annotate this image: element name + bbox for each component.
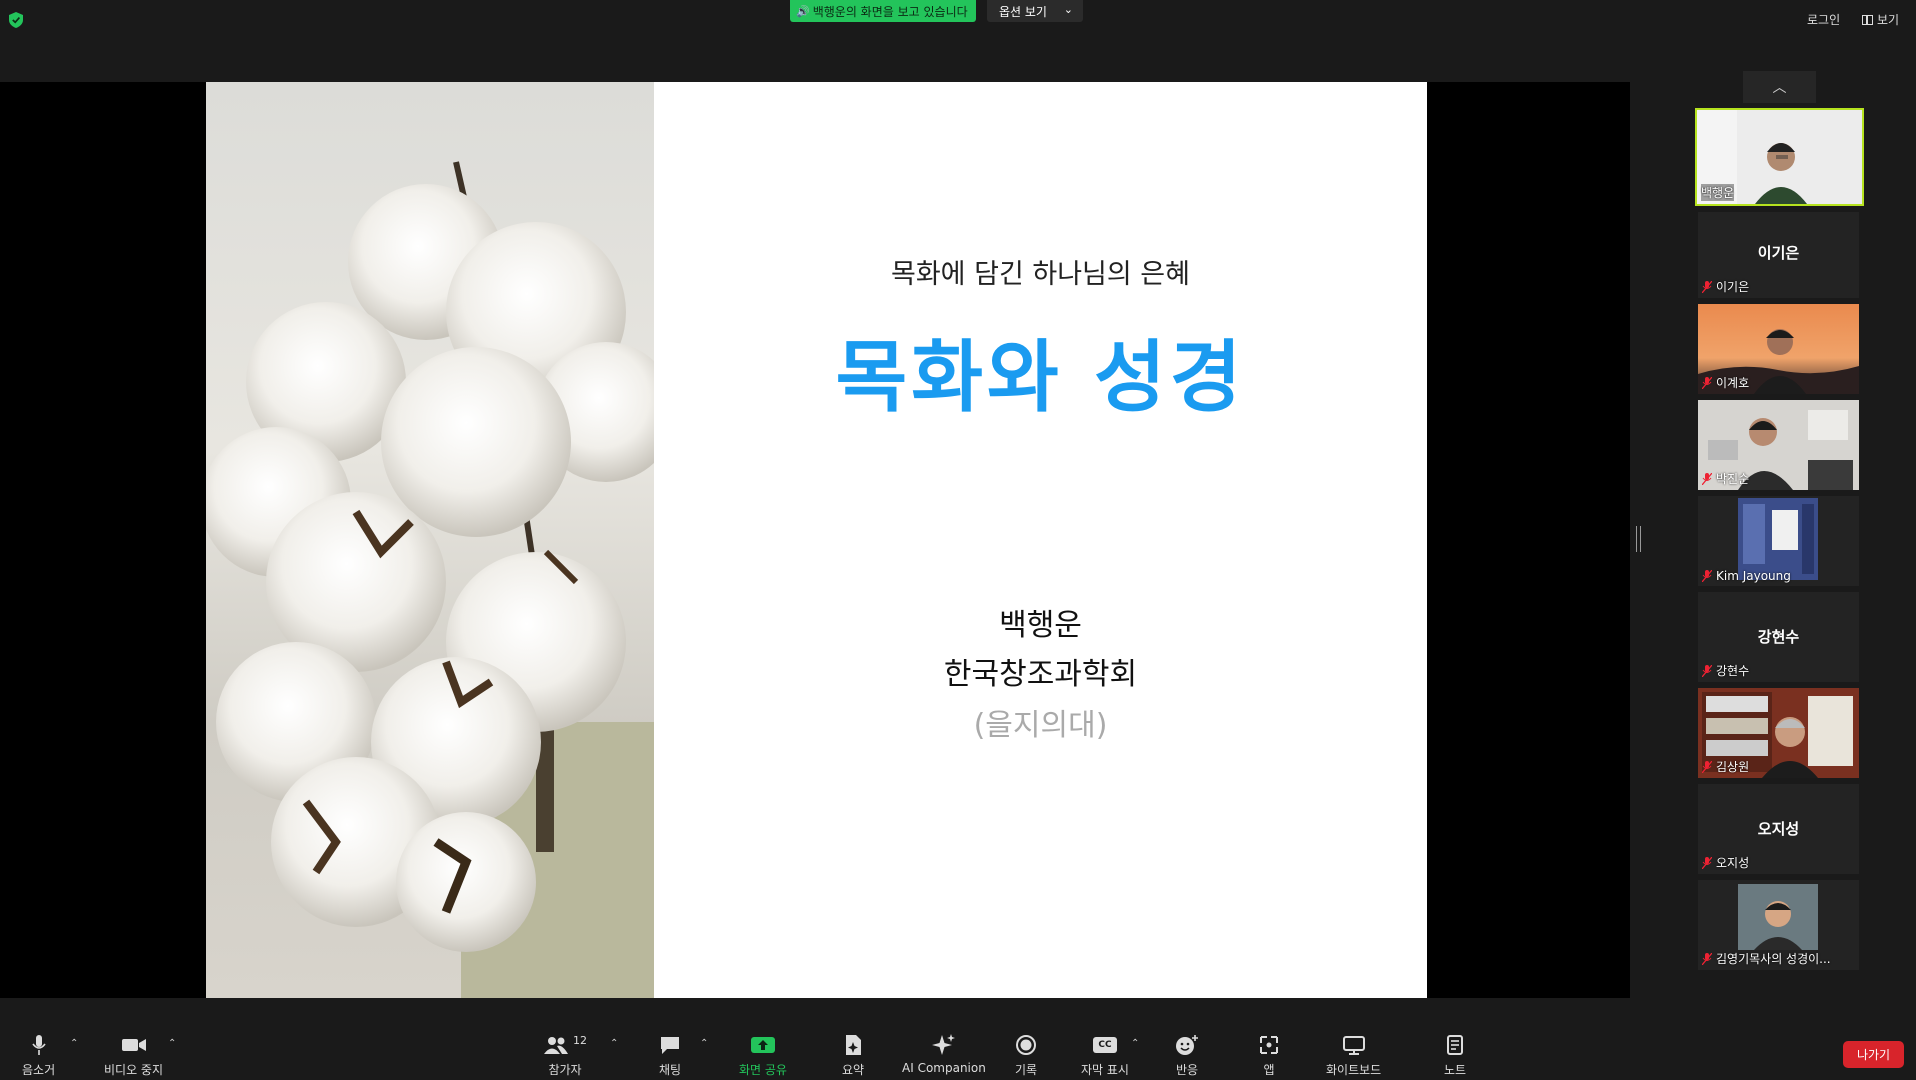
- login-button[interactable]: 로그인: [1807, 11, 1840, 28]
- participant-label: 김상원: [1702, 758, 1749, 775]
- apps-button[interactable]: 앱: [1258, 1032, 1280, 1078]
- participant-tile[interactable]: 김영기목사의 성경이...: [1698, 880, 1859, 970]
- participant-label: 이기은: [1702, 278, 1749, 295]
- screen-share-banner: 🔊 백행운의 화면을 보고 있습니다: [790, 0, 976, 22]
- participants-options-caret[interactable]: ⌃: [610, 1038, 618, 1049]
- participant-name: 오지성: [1757, 820, 1800, 838]
- participant-label: 백행운: [1701, 184, 1735, 201]
- slide-title: 목화와 성경: [835, 333, 1246, 423]
- participant-count: 12: [573, 1033, 587, 1047]
- participant-label: 김영기목사의 성경이...: [1702, 950, 1831, 967]
- participant-tile[interactable]: Kim Jayoung: [1698, 496, 1859, 586]
- stop-video-button[interactable]: 비디오 중지: [104, 1032, 163, 1078]
- view-options-label: 옵션 보기: [999, 4, 1047, 19]
- summary-button[interactable]: 요약: [842, 1032, 864, 1078]
- participant-tile[interactable]: 김상원: [1698, 688, 1859, 778]
- participant-tile[interactable]: 박진순: [1698, 400, 1859, 490]
- participant-tile[interactable]: 오지성 오지성: [1698, 784, 1859, 874]
- view-button[interactable]: 보기: [1862, 11, 1899, 28]
- chat-button[interactable]: 채팅: [659, 1032, 681, 1078]
- captions-options-caret[interactable]: ⌃: [1131, 1038, 1139, 1049]
- share-screen-icon: [750, 1032, 776, 1058]
- video-options-caret[interactable]: ⌃: [168, 1038, 176, 1049]
- mute-button[interactable]: 음소거: [22, 1032, 55, 1078]
- participant-tile[interactable]: 이기은 이기은: [1698, 212, 1859, 298]
- slide-subtitle: 목화에 담긴 하나님의 은혜: [891, 259, 1190, 290]
- panel-resize-handle[interactable]: [1636, 526, 1641, 552]
- participants-icon: 12: [543, 1032, 587, 1058]
- participant-label: Kim Jayoung: [1702, 569, 1791, 583]
- smiley-icon: [1175, 1032, 1199, 1058]
- participant-label: 이계호: [1702, 374, 1749, 391]
- whiteboard-icon: [1342, 1032, 1366, 1058]
- mic-muted-icon: [1702, 376, 1712, 389]
- whiteboard-button[interactable]: 화이트보드: [1326, 1032, 1381, 1078]
- leave-button[interactable]: 나가기: [1843, 1041, 1904, 1068]
- mic-muted-icon: [1702, 570, 1712, 582]
- participant-label: 박진순: [1702, 470, 1749, 487]
- record-icon: [1015, 1032, 1037, 1058]
- speaker-icon: 🔊: [796, 4, 810, 18]
- top-bar: 🔊 백행운의 화면을 보고 있습니다 옵션 보기 ⌄ 로그인 보기: [0, 0, 1916, 40]
- presentation-slide: 목화에 담긴 하나님의 은혜 목화와 성경 백행운 한국창조과학회 (을지의대): [206, 82, 1427, 998]
- video-camera-icon: [121, 1032, 147, 1058]
- participant-label: 오지성: [1702, 854, 1749, 871]
- participant-tile[interactable]: 백행운: [1695, 108, 1864, 206]
- participant-name: 강현수: [1757, 628, 1800, 646]
- chevron-up-icon: ︿: [1772, 80, 1787, 96]
- mic-muted-icon: [1702, 856, 1712, 869]
- layout-grid-icon: [1862, 14, 1873, 25]
- mute-options-caret[interactable]: ⌃: [70, 1038, 78, 1049]
- view-label: 보기: [1877, 13, 1900, 27]
- mic-muted-icon: [1702, 952, 1712, 965]
- participant-name: 이기은: [1757, 244, 1800, 262]
- captions-button[interactable]: CC 자막 표시: [1081, 1032, 1129, 1078]
- slide-author: 백행운: [999, 608, 1082, 643]
- apps-icon: [1258, 1032, 1280, 1058]
- shield-check-icon[interactable]: [9, 12, 23, 28]
- chevron-down-icon: ⌄: [1063, 3, 1073, 16]
- ai-companion-button[interactable]: AI Companion: [902, 1032, 986, 1075]
- view-options-button[interactable]: 옵션 보기 ⌄: [987, 0, 1083, 22]
- summary-document-icon: [843, 1032, 863, 1058]
- mic-muted-icon: [1702, 760, 1712, 773]
- chat-options-caret[interactable]: ⌃: [700, 1038, 708, 1049]
- closed-captions-icon: CC: [1092, 1032, 1117, 1058]
- share-banner-text: 백행운의 화면을 보고 있습니다: [812, 4, 968, 19]
- share-screen-button[interactable]: 화면 공유: [739, 1032, 787, 1078]
- cotton-photo: [206, 82, 654, 998]
- slide-text-area: 목화에 담긴 하나님의 은혜 목화와 성경 백행운 한국창조과학회 (을지의대): [654, 82, 1427, 998]
- participant-tile[interactable]: 이계호: [1698, 304, 1859, 394]
- reactions-button[interactable]: 반응: [1175, 1032, 1199, 1078]
- slide-organization: 한국창조과학회: [943, 657, 1138, 692]
- notes-icon: [1446, 1032, 1464, 1058]
- sparkle-icon: [931, 1032, 957, 1058]
- mic-muted-icon: [1702, 664, 1712, 677]
- chat-bubble-icon: [659, 1032, 681, 1058]
- mic-muted-icon: [1702, 472, 1712, 485]
- participant-label: 강현수: [1702, 662, 1749, 679]
- shared-screen: 목화에 담긴 하나님의 은혜 목화와 성경 백행운 한국창조과학회 (을지의대): [0, 82, 1630, 998]
- slide-university: (을지의대): [973, 708, 1108, 743]
- record-button[interactable]: 기록: [1015, 1032, 1037, 1078]
- scroll-up-button[interactable]: ︿: [1743, 71, 1816, 103]
- participants-button[interactable]: 12 참가자: [543, 1032, 587, 1078]
- notes-button[interactable]: 노트: [1444, 1032, 1466, 1078]
- microphone-icon: [31, 1032, 47, 1058]
- mic-muted-icon: [1702, 280, 1712, 293]
- participant-tile[interactable]: 강현수 강현수: [1698, 592, 1859, 682]
